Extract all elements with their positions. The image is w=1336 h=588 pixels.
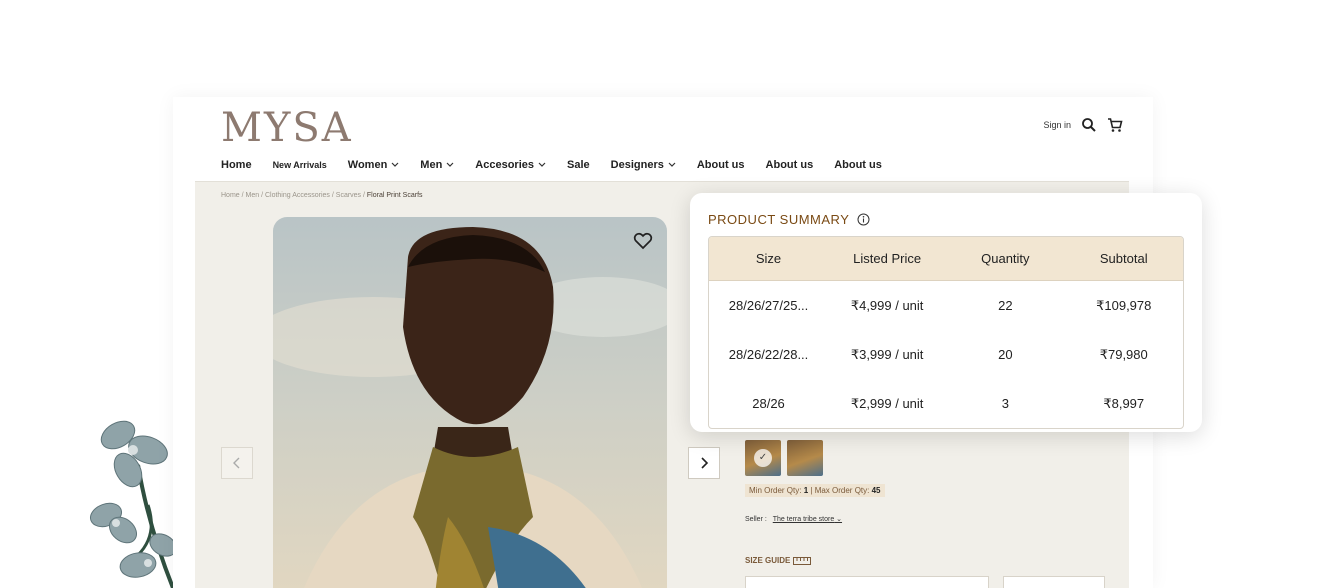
column-header: Listed Price [828, 237, 947, 281]
check-icon: ✓ [754, 449, 772, 467]
nav-item-women[interactable]: Women [348, 159, 400, 171]
breadcrumb-path[interactable]: Home / Men / Clothing Accessories / Scar… [221, 192, 367, 199]
thumbnail[interactable] [787, 440, 823, 476]
chevron-left-icon [233, 457, 240, 469]
breadcrumb: Home / Men / Clothing Accessories / Scar… [221, 192, 423, 199]
quantity-stepper[interactable] [1003, 576, 1105, 588]
site-logo[interactable]: MYSA [221, 105, 353, 151]
nav-item-home[interactable]: Home [221, 159, 252, 171]
subtotal-cell: ₹109,978 [1096, 297, 1152, 313]
quantity-cell: 22 [998, 298, 1013, 313]
nav-label: New Arrivals [272, 160, 327, 170]
thumbnail-selected[interactable]: ✓ [745, 440, 781, 476]
table-row: 28/26 ₹2,999 / unit 3 ₹8,997 [709, 379, 1183, 428]
info-icon[interactable] [857, 213, 870, 226]
nav-item-men[interactable]: Men [420, 159, 454, 171]
size-cell: 28/26/22/28... [728, 347, 809, 362]
nav-item-accesories[interactable]: Accesories [475, 159, 546, 171]
order-qty-info: Min Order Qty: 1 | Max Order Qty: 45 [745, 484, 885, 497]
quantity-cell: 3 [1001, 396, 1009, 411]
flower-decoration-image [90, 420, 177, 588]
chevron-down-icon [391, 162, 399, 167]
size-guide-link[interactable]: SIZE GUIDE [745, 556, 812, 565]
subtotal-cell: ₹8,997 [1103, 395, 1145, 411]
size-select[interactable] [745, 576, 989, 588]
nav-item-about-us[interactable]: About us [766, 159, 814, 171]
next-image-button[interactable] [688, 447, 720, 479]
search-icon[interactable] [1081, 117, 1097, 133]
chevron-down-icon [668, 162, 676, 167]
product-summary-popover: PRODUCT SUMMARY Size Listed Price Quanti… [690, 193, 1202, 432]
product-image[interactable] [273, 217, 667, 588]
max-qty-value: 45 [871, 486, 881, 495]
cart-icon[interactable] [1107, 117, 1123, 133]
heart-icon[interactable] [633, 231, 653, 251]
min-qty-value: 1 [803, 486, 809, 495]
qty-separator: | [810, 486, 813, 495]
nav-label: Home [221, 159, 252, 171]
main-nav: Home New Arrivals Women Men Accesories S… [221, 159, 903, 171]
size-cell: 28/26 [752, 396, 785, 411]
subtotal-cell: ₹79,980 [1099, 346, 1148, 362]
ruler-icon [793, 556, 812, 565]
column-header: Size [709, 237, 829, 281]
nav-label: About us [696, 159, 745, 171]
seller-link[interactable]: The terra tribe store ⌄ [773, 516, 842, 523]
nav-label: Sale [567, 159, 590, 171]
nav-label: About us [834, 159, 882, 171]
min-qty-label: Min Order Qty: [749, 486, 802, 495]
quantity-cell: 20 [998, 347, 1013, 362]
header-actions: Sign in [1043, 117, 1123, 133]
summary-title: PRODUCT SUMMARY [708, 212, 870, 227]
seller-info: Seller : The terra tribe store ⌄ [745, 515, 842, 523]
price-cell: ₹2,999 / unit [850, 395, 924, 411]
max-qty-label: Max Order Qty: [814, 486, 870, 495]
breadcrumb-current: Floral Print Scarfs [366, 192, 423, 199]
seller-label: Seller : [745, 516, 767, 523]
summary-title-text: PRODUCT SUMMARY [708, 212, 850, 227]
nav-label: Men [420, 159, 443, 171]
column-header: Subtotal [1064, 237, 1183, 281]
nav-item-sale[interactable]: Sale [567, 159, 590, 171]
nav-item-new-arrivals[interactable]: New Arrivals [273, 160, 327, 170]
nav-label: Women [347, 159, 388, 171]
prev-image-button[interactable] [221, 447, 253, 479]
summary-table: Size Listed Price Quantity Subtotal 28/2… [708, 236, 1184, 429]
nav-item-about-us[interactable]: About us [834, 159, 882, 171]
chevron-right-icon [701, 457, 709, 469]
chevron-down-icon [446, 162, 454, 167]
size-guide-label: SIZE GUIDE [745, 556, 791, 565]
sign-in-link[interactable]: Sign in [1043, 120, 1071, 130]
color-thumbnails: ✓ [745, 440, 823, 476]
table-row: 28/26/27/25... ₹4,999 / unit 22 ₹109,978 [709, 281, 1183, 331]
seller-name: The terra tribe store [772, 516, 835, 523]
price-cell: ₹3,999 / unit [850, 346, 924, 362]
nav-label: Designers [610, 159, 664, 171]
size-cell: 28/26/27/25... [728, 298, 809, 313]
nav-label: Accesories [475, 159, 535, 171]
table-row: 28/26/22/28... ₹3,999 / unit 20 ₹79,980 [709, 330, 1183, 379]
nav-label: About us [765, 159, 814, 171]
nav-item-about-us[interactable]: About us [697, 159, 745, 171]
chevron-down-icon [538, 162, 546, 167]
nav-item-designers[interactable]: Designers [611, 159, 676, 171]
table-header-row: Size Listed Price Quantity Subtotal [709, 237, 1183, 281]
price-cell: ₹4,999 / unit [850, 297, 924, 313]
column-header: Quantity [946, 237, 1065, 281]
model-photo [273, 227, 667, 588]
